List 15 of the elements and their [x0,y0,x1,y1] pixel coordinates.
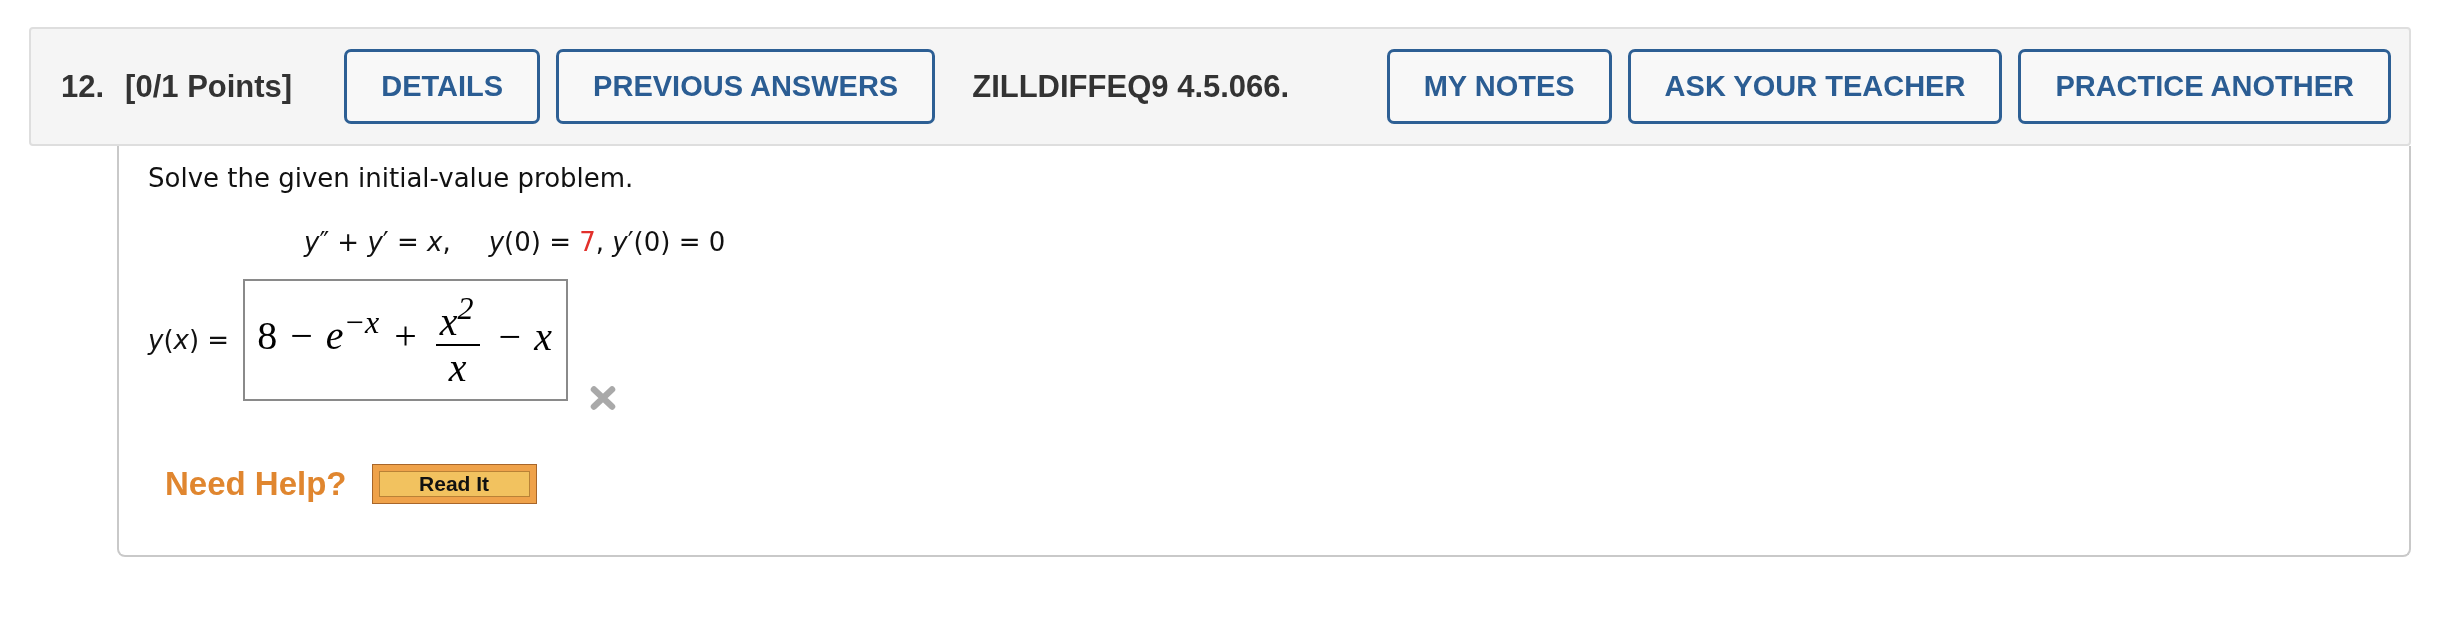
points-score: [0/1 Points] [125,68,293,105]
answer-field[interactable]: 8 − e$^{−x}$ + x$^{2}$ x − x [243,279,568,401]
initial-conditions: y(0) = 7, y′(0) = 0 [488,227,726,258]
details-button[interactable]: DETAILS [344,49,541,124]
differential-equation: y″ + y′ = x, [304,227,451,258]
read-it-button[interactable]: Read It [371,464,537,504]
practice-another-button[interactable]: PRACTICE ANOTHER [2018,49,2391,124]
ask-your-teacher-button[interactable]: ASK YOUR TEACHER [1627,49,2003,124]
question-number: 12. [61,68,105,105]
problem-prompt: Solve the given initial-value problem. [148,163,634,194]
previous-answers-button[interactable]: PREVIOUS ANSWERS [556,49,936,124]
need-help-label: Need Help? [165,465,347,503]
question-code: ZILLDIFFEQ9 4.5.066. [972,68,1290,105]
my-notes-button[interactable]: MY NOTES [1386,49,1612,124]
answer-label: y(x) = [148,325,230,355]
